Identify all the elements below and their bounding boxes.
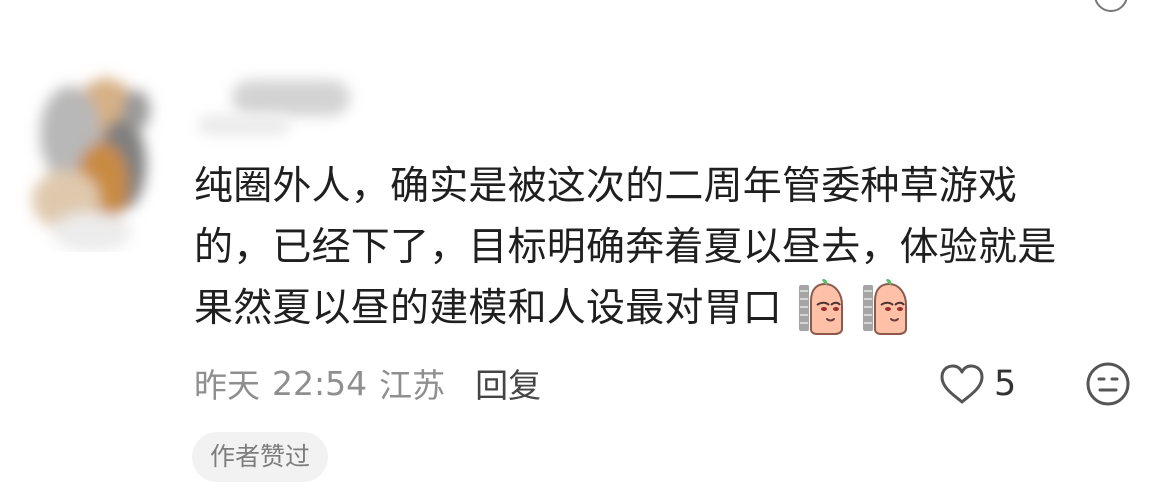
username-redacted[interactable] (232, 80, 350, 116)
comment-time: 22:54 (272, 363, 368, 403)
user-meta-redacted (198, 114, 290, 136)
comment-text: 纯圈外人，确实是被这次的二周年管委种草游戏 的，已经下了，目标明确奔着夏以昼去，… (194, 156, 1124, 339)
emoji-button[interactable] (1084, 360, 1132, 408)
top-partial-controls (1008, 0, 1128, 14)
heart-icon (940, 364, 984, 404)
avatar[interactable] (10, 38, 168, 252)
like-count: 5 (994, 364, 1017, 404)
reply-button[interactable]: 回复 (475, 359, 541, 407)
more-icon[interactable] (1094, 0, 1128, 12)
comment-line-3: 果然夏以昼的建模和人设最对胃口 (194, 278, 1124, 339)
comment-line-3-text: 果然夏以昼的建模和人设最对胃口 (194, 286, 783, 331)
chevron-down-icon[interactable] (1018, 0, 1042, 2)
peek-sticker-icon (797, 279, 847, 335)
peek-sticker-icon (861, 279, 911, 335)
comment-date: 昨天 (194, 366, 260, 405)
comment-location: 江苏 (379, 366, 446, 405)
comment-line-2: 的，已经下了，目标明确奔着夏以昼去，体验就是 (194, 225, 1057, 270)
emoji-icon (1086, 362, 1130, 406)
comment-meta: 昨天 22:54 江苏 回复 (194, 360, 541, 406)
comment-line-1: 纯圈外人，确实是被这次的二周年管委种草游戏 (194, 164, 1018, 209)
like-button[interactable]: 5 (938, 360, 1016, 408)
author-liked-badge: 作者赞过 (192, 432, 329, 482)
